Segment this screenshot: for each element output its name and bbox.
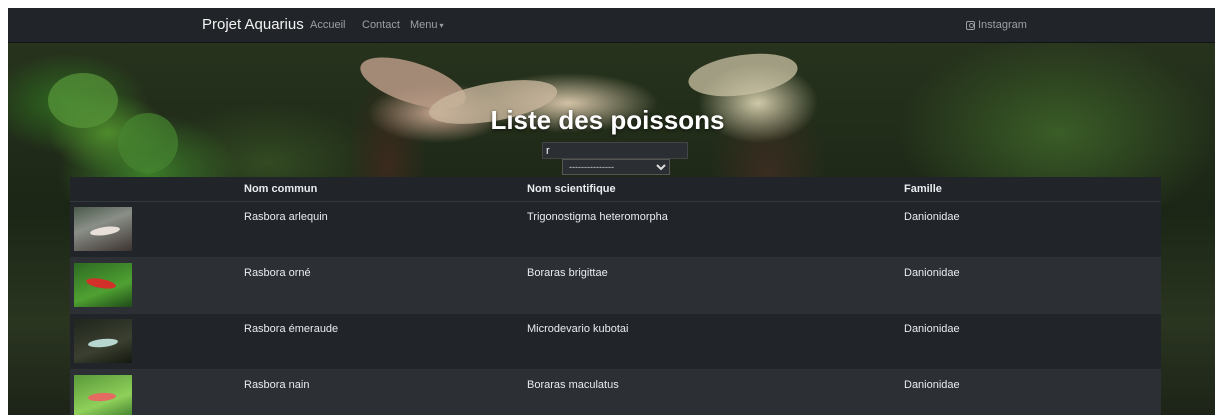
top-navbar: Projet Aquarius Accueil Contact Menu ▾ In… <box>8 8 1215 43</box>
table-header-row: Nom commun Nom scientifique Famille <box>70 177 1161 202</box>
famille-cell: Danionidae <box>904 257 1161 314</box>
nom-commun-cell: Rasbora orné <box>244 257 527 314</box>
fish-thumbnail[interactable] <box>74 318 132 363</box>
fish-table: Nom commun Nom scientifique Famille Rasb… <box>70 177 1161 415</box>
table-row[interactable]: Rasbora nain Boraras maculatus Danionida… <box>70 369 1161 415</box>
fish-thumbnail[interactable] <box>74 262 132 307</box>
nav-menu-label: Menu <box>410 19 438 31</box>
nav-link-accueil[interactable]: Accueil <box>310 19 345 31</box>
nav-link-contact[interactable]: Contact <box>362 19 400 31</box>
famille-cell: Danionidae <box>904 369 1161 415</box>
search-input[interactable] <box>542 142 688 159</box>
header-famille: Famille <box>904 177 1161 202</box>
famille-cell: Danionidae <box>904 313 1161 370</box>
header-nom-scientifique: Nom scientifique <box>527 177 904 202</box>
page-title: Liste des poissons <box>490 105 725 135</box>
instagram-icon <box>966 20 975 30</box>
fish-image <box>87 391 117 402</box>
fish-thumbnail[interactable] <box>74 206 132 251</box>
table-row[interactable]: Rasbora orné Boraras brigittae Danionida… <box>70 257 1161 314</box>
famille-cell: Danionidae <box>904 201 1161 258</box>
nom-commun-cell: Rasbora émeraude <box>244 313 527 370</box>
instagram-label: Instagram <box>978 19 1027 31</box>
leaf-decoration <box>685 47 801 103</box>
family-filter-select[interactable]: --------------- <box>562 159 670 175</box>
nom-scientifique-cell: Boraras maculatus <box>527 369 904 415</box>
fish-thumbnail-cell <box>70 369 244 415</box>
nom-commun-cell: Rasbora nain <box>244 369 527 415</box>
fish-image <box>85 275 117 291</box>
caret-down-icon: ▾ <box>439 21 444 30</box>
nom-scientifique-cell: Microdevario kubotai <box>527 313 904 370</box>
fish-image <box>87 336 119 349</box>
instagram-link[interactable]: Instagram <box>966 19 1027 31</box>
fish-image <box>89 224 121 237</box>
fish-thumbnail-cell <box>70 257 244 314</box>
nom-scientifique-cell: Boraras brigittae <box>527 257 904 314</box>
table-row[interactable]: Rasbora émeraude Microdevario kubotai Da… <box>70 313 1161 370</box>
table-row[interactable]: Rasbora arlequin Trigonostigma heteromor… <box>70 201 1161 258</box>
header-nom-commun: Nom commun <box>244 177 527 202</box>
nom-scientifique-cell: Trigonostigma heteromorpha <box>527 201 904 258</box>
nom-commun-cell: Rasbora arlequin <box>244 201 527 258</box>
fish-thumbnail[interactable] <box>74 374 132 415</box>
brand-link[interactable]: Projet Aquarius <box>202 16 304 33</box>
fish-thumbnail-cell <box>70 201 244 258</box>
header-image <box>70 177 244 202</box>
nav-dropdown-menu[interactable]: Menu ▾ <box>410 19 444 31</box>
fish-thumbnail-cell <box>70 313 244 370</box>
